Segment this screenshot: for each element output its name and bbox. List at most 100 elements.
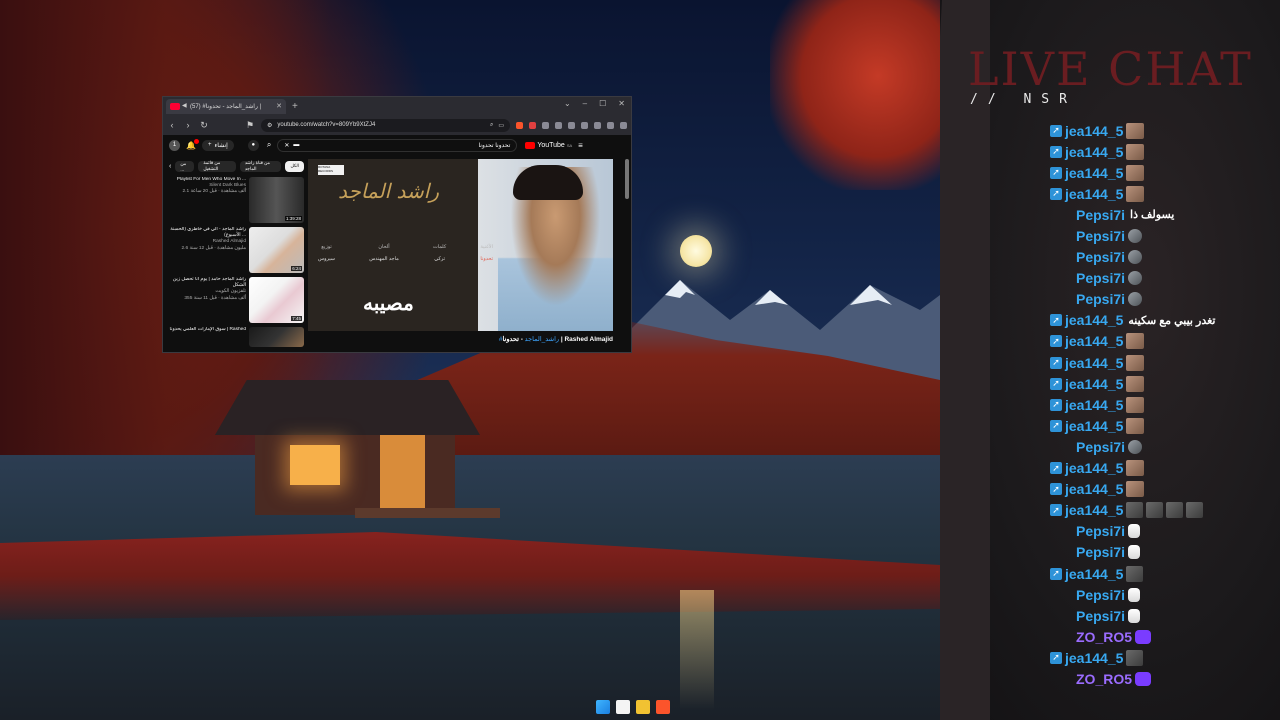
- chat-username[interactable]: Pepsi7i: [1076, 207, 1125, 223]
- chat-username[interactable]: jea144_5: [1065, 566, 1123, 582]
- forward-icon[interactable]: ›: [183, 120, 193, 130]
- close-window-button[interactable]: ✕: [618, 99, 625, 108]
- emote-face-icon: [1126, 164, 1145, 181]
- chat-username[interactable]: jea144_5: [1065, 186, 1123, 202]
- back-icon[interactable]: ‹: [167, 120, 177, 130]
- recommendation-meta: سوق الإمارات العلمي يحدونا | Rashed: [169, 327, 246, 347]
- new-tab-button[interactable]: +: [292, 101, 298, 112]
- search-icon[interactable]: ⌕: [267, 140, 271, 150]
- brave-shield-icon[interactable]: [516, 121, 523, 129]
- chip-left-arrow-icon[interactable]: ‹: [169, 163, 171, 170]
- keyboard-icon[interactable]: ▬: [293, 142, 299, 148]
- browser-window[interactable]: ◀ (57) #راشد_الماجد - تحدونا | ✕ + ⌄ – ☐…: [162, 96, 632, 353]
- site-info-icon[interactable]: ⚙: [267, 122, 272, 129]
- start-icon[interactable]: [596, 700, 610, 714]
- chat-username[interactable]: Pepsi7i: [1076, 608, 1125, 624]
- chat-username[interactable]: ZO_RO5: [1076, 671, 1132, 687]
- twitch-prime-badge-icon: ➚: [1050, 504, 1062, 517]
- video-thumbnail[interactable]: 7:45: [249, 277, 304, 323]
- address-bar[interactable]: ⚙ youtube.com/watch?v=809Yb9XtZJ4 ⌕ ▭: [261, 118, 510, 132]
- chat-username[interactable]: jea144_5: [1065, 312, 1123, 328]
- microphone-icon[interactable]: ●: [247, 139, 259, 151]
- video-thumbnail[interactable]: 1:39:28: [249, 177, 304, 223]
- recommendation-title[interactable]: راشد الماجد حامد | يوم أنا تحصل زين الشك…: [169, 277, 246, 289]
- brave-rewards-icon[interactable]: [529, 121, 536, 129]
- recommendation-item[interactable]: سوق الإمارات العلمي يحدونا | Rashed: [169, 327, 304, 347]
- chat-username[interactable]: jea144_5: [1065, 333, 1123, 349]
- twitch-prime-badge-icon: ➚: [1050, 567, 1062, 580]
- twitch-prime-badge-icon: ➚: [1050, 483, 1062, 496]
- create-button[interactable]: + إنشاء: [201, 139, 234, 151]
- chat-username[interactable]: Pepsi7i: [1076, 439, 1125, 455]
- youtube-favicon-icon: [170, 102, 180, 110]
- tab-bar: ◀ (57) #راشد_الماجد - تحدونا | ✕ + ⌄ – ☐…: [163, 97, 631, 115]
- emote-face-icon: [1126, 481, 1145, 498]
- cast-icon[interactable]: ▭: [498, 122, 504, 129]
- chat-username[interactable]: Pepsi7i: [1076, 544, 1125, 560]
- audio-icon[interactable]: ◀: [182, 103, 188, 109]
- chip-all[interactable]: الكل: [285, 160, 304, 172]
- brave-icon[interactable]: [656, 700, 670, 714]
- store-icon[interactable]: [616, 700, 630, 714]
- video-thumbnail[interactable]: [249, 327, 304, 347]
- reload-icon[interactable]: ↻: [199, 120, 209, 131]
- emote-gray-icon: [1146, 502, 1164, 519]
- folder-icon[interactable]: [636, 700, 650, 714]
- video-player[interactable]: ROTANA RECORDS راشد الماجد الأغنية تحدونا…: [308, 159, 613, 331]
- video-thumbnail[interactable]: 6:24: [249, 227, 304, 273]
- youtube-logo[interactable]: YouTube SA: [525, 141, 572, 149]
- chat-message: Pepsi7i: [1076, 584, 1280, 605]
- chat-username[interactable]: Pepsi7i: [1076, 249, 1125, 265]
- chip[interactable]: من ...: [175, 160, 195, 172]
- emote-gray-icon: [1186, 502, 1204, 519]
- chat-username[interactable]: jea144_5: [1065, 397, 1123, 413]
- chat-username[interactable]: jea144_5: [1065, 502, 1123, 518]
- recommendation-item[interactable]: 7:45 راشد الماجد حامد | يوم أنا تحصل زين…: [169, 277, 304, 323]
- bookmark-icon[interactable]: ⚑: [245, 120, 255, 131]
- chat-username[interactable]: jea144_5: [1065, 460, 1123, 476]
- chat-username[interactable]: Pepsi7i: [1076, 228, 1125, 244]
- twitch-prime-badge-icon: ➚: [1050, 462, 1062, 475]
- chat-username[interactable]: Pepsi7i: [1076, 291, 1125, 307]
- minimize-button[interactable]: –: [583, 99, 587, 108]
- search-input[interactable]: ✕ ▬ تحدونا تحدونا: [277, 138, 518, 152]
- leo-icon[interactable]: [594, 121, 601, 129]
- chip[interactable]: من قناة راشد الماجد: [239, 160, 282, 172]
- recommendation-title[interactable]: راشد الماجد - الي في خاطري (الحسنة الأسب…: [169, 227, 246, 239]
- recommendation-item[interactable]: 1:39:28 Playlist For Men Who Move In ...…: [169, 177, 304, 223]
- recommendation-item[interactable]: 6:24 راشد الماجد - الي في خاطري (الحسنة …: [169, 227, 304, 273]
- hamburger-menu-icon[interactable]: ≡: [578, 141, 583, 150]
- menu-icon[interactable]: [620, 121, 627, 129]
- chat-message: Pepsi7i يسولف ذا: [1076, 204, 1280, 225]
- recommendation-title[interactable]: سوق الإمارات العلمي يحدونا | Rashed: [169, 327, 246, 333]
- close-tab-icon[interactable]: ✕: [276, 102, 282, 110]
- avatar[interactable]: 1: [169, 139, 180, 151]
- chat-username[interactable]: jea144_5: [1065, 123, 1123, 139]
- chat-username[interactable]: jea144_5: [1065, 355, 1123, 371]
- page-scrollbar[interactable]: [625, 159, 629, 199]
- chat-username[interactable]: jea144_5: [1065, 144, 1123, 160]
- chat-message: Pepsi7i: [1076, 247, 1280, 268]
- chat-username[interactable]: jea144_5: [1065, 165, 1123, 181]
- extensions-icon[interactable]: [542, 121, 549, 129]
- clear-search-icon[interactable]: ✕: [284, 142, 289, 149]
- music-icon[interactable]: [555, 121, 562, 129]
- chip[interactable]: من قائمة التشغيل: [198, 160, 236, 172]
- chat-username[interactable]: jea144_5: [1065, 376, 1123, 392]
- wallet-icon[interactable]: [581, 121, 588, 129]
- browser-tab[interactable]: ◀ (57) #راشد_الماجد - تحدونا | ✕: [166, 98, 286, 114]
- chat-username[interactable]: jea144_5: [1065, 481, 1123, 497]
- notifications-icon[interactable]: 🔔: [186, 138, 199, 150]
- vpn-icon[interactable]: [607, 121, 614, 129]
- chat-username[interactable]: jea144_5: [1065, 418, 1123, 434]
- sidebar-icon[interactable]: [568, 121, 575, 129]
- zoom-icon[interactable]: ⌕: [490, 122, 493, 129]
- chat-username[interactable]: jea144_5: [1065, 650, 1123, 666]
- chat-username[interactable]: Pepsi7i: [1076, 587, 1125, 603]
- chat-username[interactable]: Pepsi7i: [1076, 523, 1125, 539]
- tab-list-icon[interactable]: ⌄: [564, 99, 571, 108]
- chat-message: Pepsi7i: [1076, 268, 1280, 289]
- chat-username[interactable]: ZO_RO5: [1076, 629, 1132, 645]
- maximize-button[interactable]: ☐: [599, 99, 606, 108]
- chat-username[interactable]: Pepsi7i: [1076, 270, 1125, 286]
